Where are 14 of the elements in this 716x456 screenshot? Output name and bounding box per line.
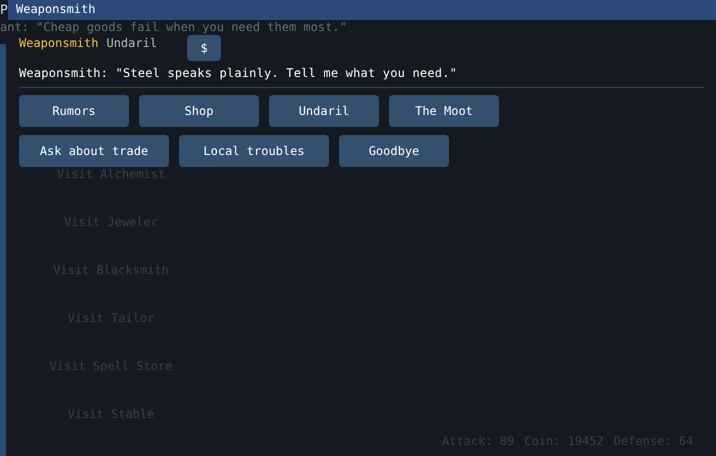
background-dialogue: ant: "Cheap goods fail when you need them most." [0,21,347,34]
window-title: Weaponsmith [8,0,716,20]
dialogue-text: Weaponsmith: "Steel speaks plainly. Tell me what you need." [19,66,458,80]
npc-name: Weaponsmith [19,35,98,50]
topic-button[interactable]: The Moot [389,95,499,127]
topic-button[interactable]: Goodbye [339,135,449,167]
shop-button[interactable]: $ [187,35,222,61]
topic-button[interactable]: Shop [139,95,259,127]
location-label: Undaril [106,35,158,50]
topic-button[interactable]: Ask about trade [19,135,169,167]
topic-button[interactable]: Local troubles [179,135,329,167]
panel-title: P [0,3,8,18]
topic-button[interactable]: Undaril [269,95,379,127]
topic-button[interactable]: Rumors [19,95,129,127]
